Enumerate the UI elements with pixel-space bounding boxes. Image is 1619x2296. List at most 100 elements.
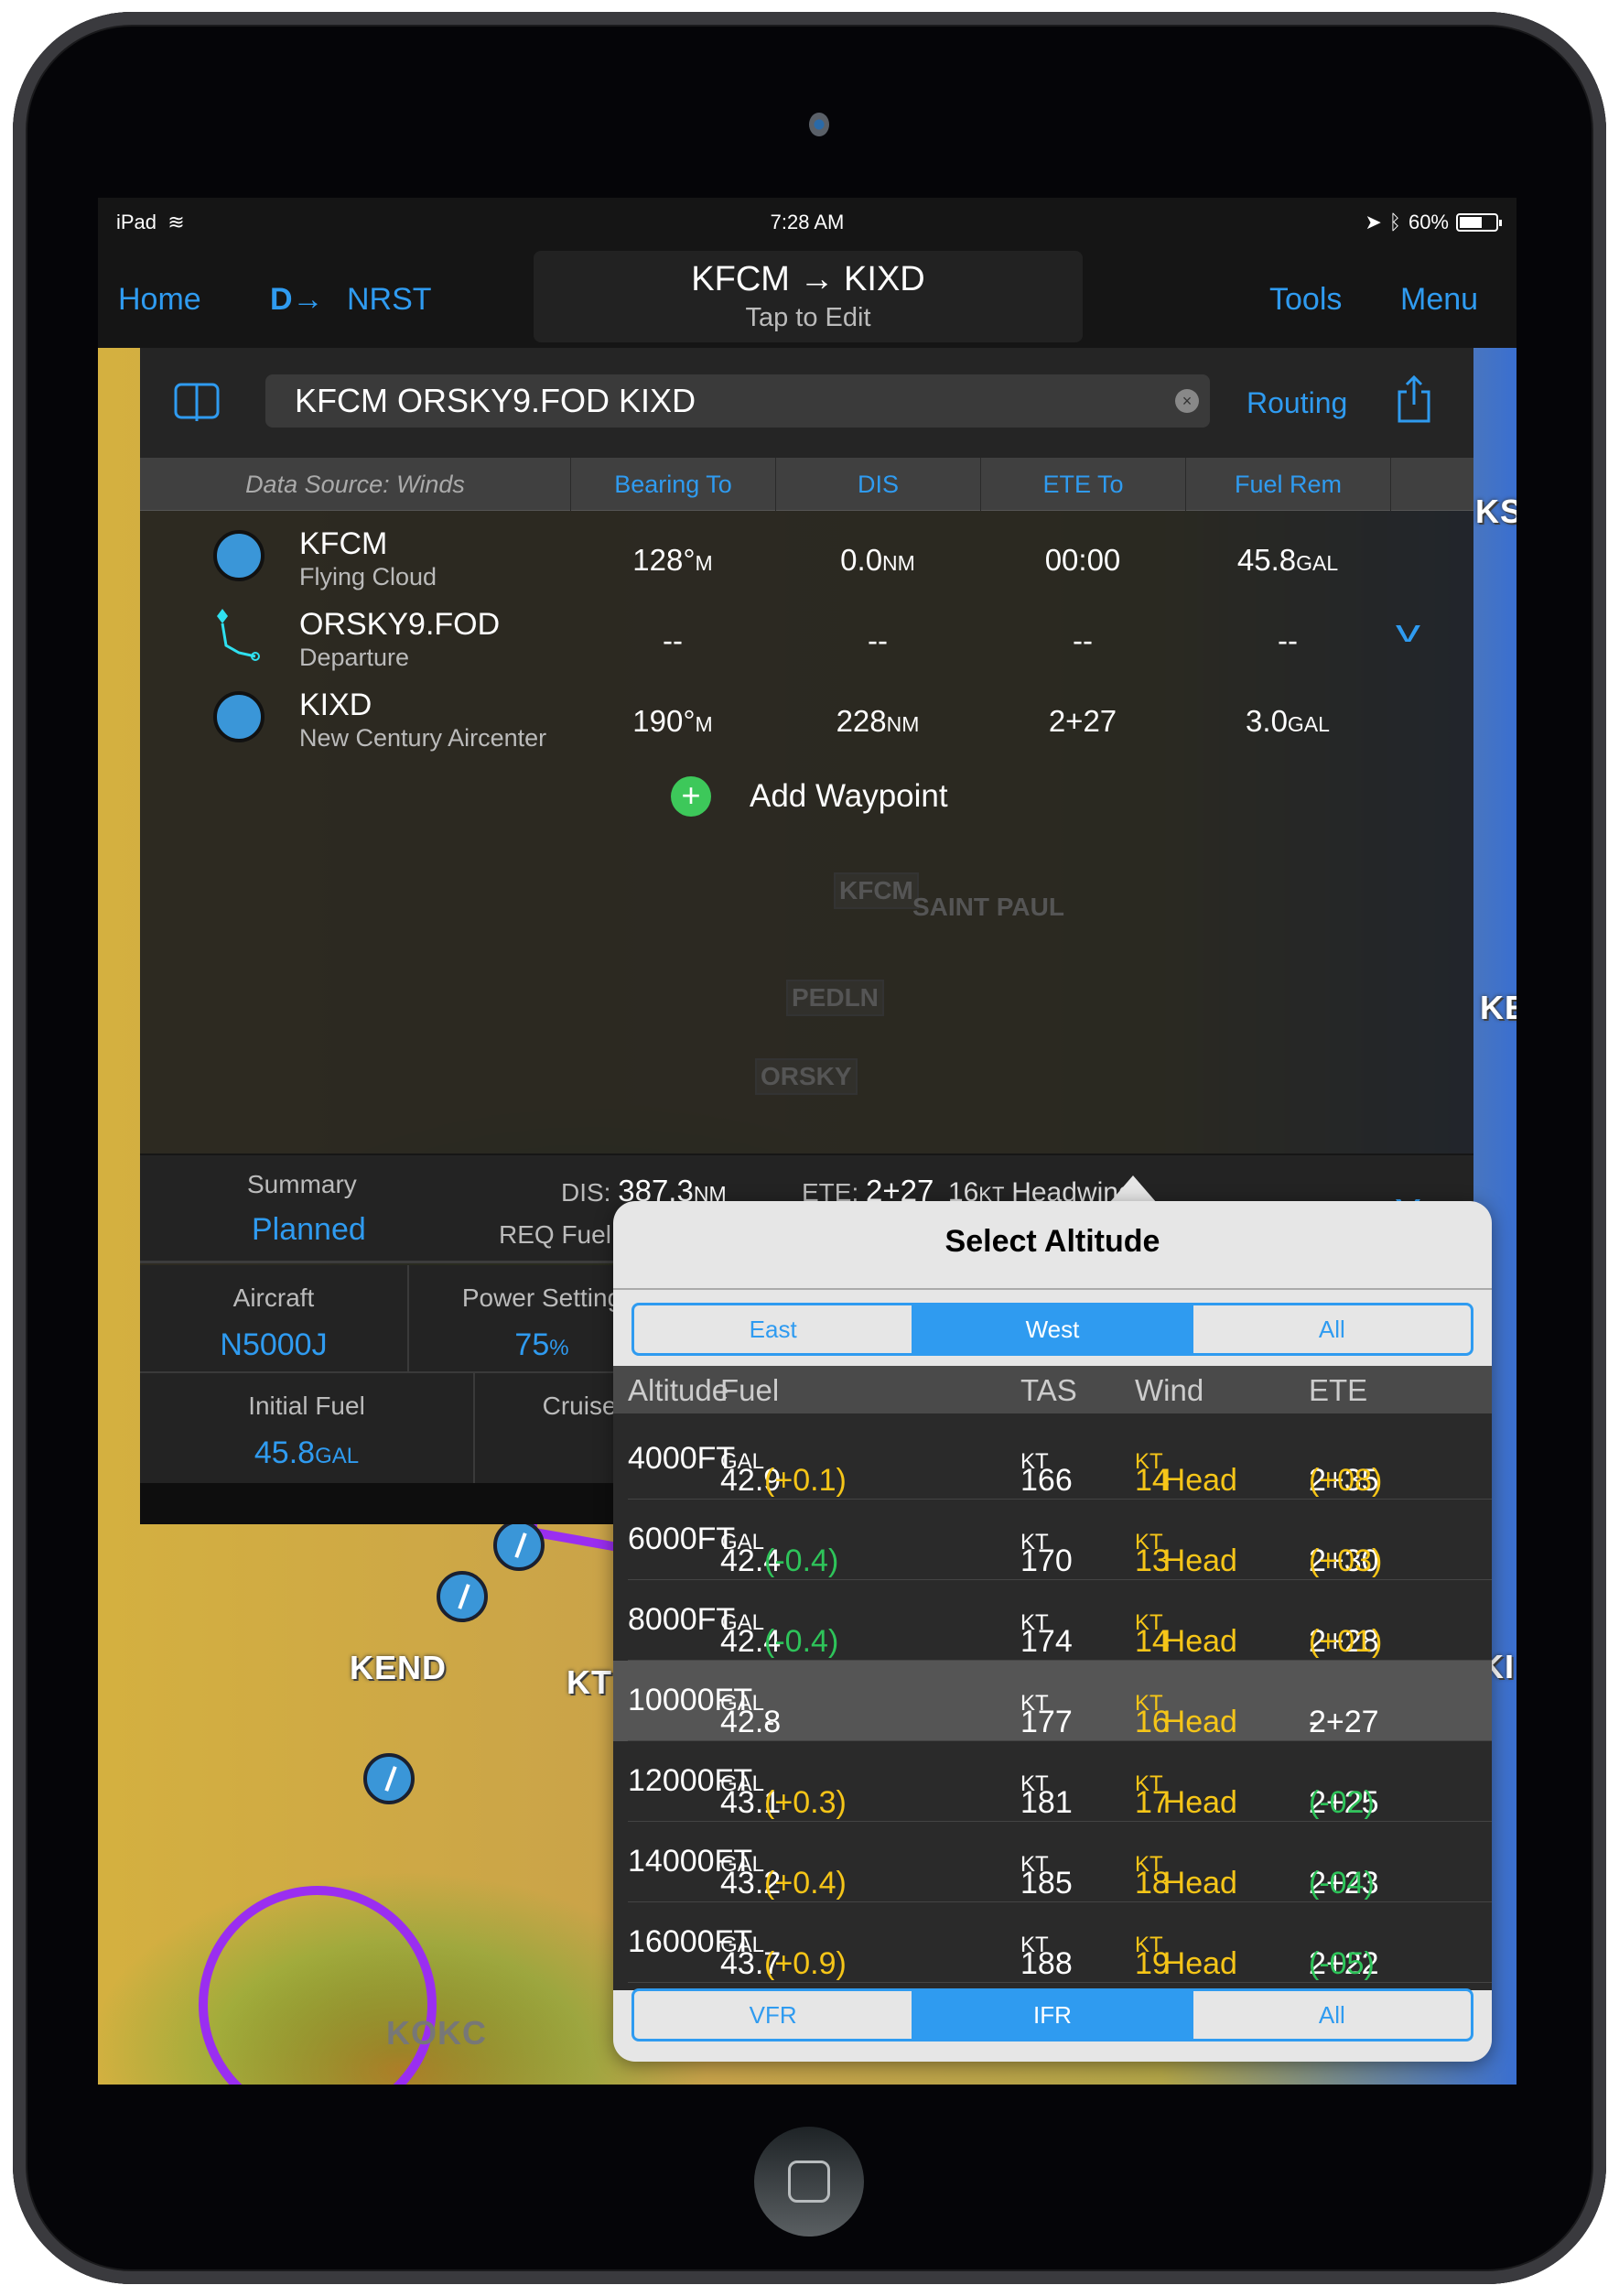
altitude-table-header: Altitude Fuel TAS Wind ETE bbox=[613, 1366, 1492, 1413]
route-bar: KFCM ORSKY9.FOD KIXD × Routing bbox=[140, 348, 1473, 458]
fuel-value: 43.1 GAL (+0.3) bbox=[720, 1771, 847, 1820]
waypoint-row[interactable]: ORSKY9.FOD Departure -- -- -- -- v bbox=[140, 598, 1473, 678]
wind-value: 14 KT Head bbox=[1135, 1449, 1237, 1498]
column-bearing[interactable]: Bearing To bbox=[570, 458, 775, 511]
battery-icon bbox=[1456, 213, 1502, 232]
direct-to-button[interactable]: D→ bbox=[270, 282, 324, 318]
popover-arrow bbox=[1109, 1175, 1157, 1203]
waypoint-dis: 228NM bbox=[836, 704, 920, 738]
map-label-faded: SAINT PAUL bbox=[912, 893, 1064, 921]
screen: iPad ≋ 7:28 AM ➤ ᛒ 60% Home D→ NRST KFCM… bbox=[98, 198, 1516, 2085]
airport-icon[interactable] bbox=[363, 1753, 415, 1804]
tas-value: 185 KT bbox=[1020, 1852, 1073, 1901]
location-icon: ➤ bbox=[1365, 211, 1382, 233]
status-bar: iPad ≋ 7:28 AM ➤ ᛒ 60% bbox=[98, 198, 1516, 247]
direction-segmented-control: East West All bbox=[631, 1303, 1473, 1356]
map-label-ke: KE bbox=[1480, 989, 1516, 1026]
segment-vfr[interactable]: VFR bbox=[634, 1991, 912, 2039]
waypoint-name: New Century Aircenter bbox=[299, 724, 547, 752]
wind-value: 18 KT Head bbox=[1135, 1852, 1237, 1901]
altitude-row[interactable]: 8000FT 42.4 GAL (-0.4) 174 KT 14 KT Head 2+28 (… bbox=[613, 1580, 1492, 1661]
expand-chevron-icon[interactable]: v bbox=[1396, 614, 1420, 650]
segment-all-rules[interactable]: All bbox=[1191, 1991, 1471, 2039]
waypoint-ete: -- bbox=[1073, 623, 1093, 657]
column-ete: ETE bbox=[1309, 1373, 1368, 1407]
home-hardware-button[interactable] bbox=[754, 2127, 864, 2236]
column-wind: Wind bbox=[1135, 1373, 1204, 1407]
flight-plan-panel: KFCM ORSKY9.FOD KIXD × Routing Data Sour… bbox=[140, 348, 1473, 1524]
home-button[interactable]: Home bbox=[118, 282, 201, 318]
popover-title: Select Altitude bbox=[944, 1224, 1160, 1259]
waypoint-bearing: 128°M bbox=[632, 543, 713, 577]
summary-label: Summary bbox=[247, 1170, 357, 1198]
tas-value: 166 KT bbox=[1020, 1449, 1073, 1498]
map-label-faded: PEDLN bbox=[786, 980, 884, 1016]
battery-percent: 60% bbox=[1408, 211, 1449, 233]
airport-icon[interactable] bbox=[493, 1520, 545, 1571]
fuel-value: 42.8 GAL - bbox=[720, 1691, 782, 1739]
altitude-row[interactable]: 10000FT 42.8 GAL -177 KT 16 KT Head 2+27 - bbox=[613, 1661, 1492, 1741]
altitude-row[interactable]: 12000FT 43.1 GAL (+0.3) 181 KT 17 KT Head 2+25 … bbox=[613, 1741, 1492, 1822]
data-source-label: Data Source: Winds bbox=[245, 471, 465, 498]
waypoint-row[interactable]: KFCM Flying Cloud 128°M 0.0NM 00:00 45.8… bbox=[140, 517, 1473, 598]
airport-icon bbox=[213, 530, 264, 581]
waypoint-bearing: 190°M bbox=[632, 704, 713, 738]
route-title: KFCM → KIXD bbox=[691, 260, 925, 298]
map-label-faded: KFCM bbox=[834, 872, 919, 909]
waypoint-ete: 00:00 bbox=[1044, 543, 1121, 577]
waypoint-id: ORSKY9.FOD bbox=[299, 607, 501, 642]
route-input[interactable]: KFCM ORSKY9.FOD KIXD × bbox=[265, 374, 1210, 428]
tas-value: 188 KT bbox=[1020, 1933, 1073, 1981]
segment-west[interactable]: West bbox=[912, 1305, 1192, 1353]
route-title-button[interactable]: KFCM → KIXD Tap to Edit bbox=[534, 251, 1083, 342]
altitude-value: 4000FT bbox=[628, 1441, 736, 1476]
waypoint-id: KFCM bbox=[299, 526, 388, 561]
clear-route-button[interactable]: × bbox=[1175, 389, 1199, 413]
altitude-row[interactable]: 16000FT 43.7 GAL (+0.9) 188 KT 19 KT Head 2+22 … bbox=[613, 1902, 1492, 1983]
summary-mode[interactable]: Planned bbox=[252, 1212, 366, 1248]
waypoint-bearing: -- bbox=[663, 623, 683, 657]
fuel-value: 42.4 GAL (-0.4) bbox=[720, 1530, 839, 1578]
wind-value: 17 KT Head bbox=[1135, 1771, 1237, 1820]
initial-fuel-setting[interactable]: Initial Fuel 45.8GAL bbox=[140, 1373, 473, 1483]
status-time: 7:28 AM bbox=[770, 211, 845, 233]
altitude-row[interactable]: 4000FT 42.9 GAL (+0.1) 166 KT 14 KT Head 2+35 (… bbox=[613, 1419, 1492, 1500]
map-label-ks: KS bbox=[1475, 493, 1516, 530]
airspace-boundary bbox=[199, 1886, 437, 2085]
segment-east[interactable]: East bbox=[634, 1305, 912, 1353]
tas-value: 181 KT bbox=[1020, 1771, 1073, 1820]
nrst-button[interactable]: NRST bbox=[347, 282, 432, 318]
waypoint-id: KIXD bbox=[299, 688, 372, 722]
airport-icon[interactable] bbox=[437, 1571, 488, 1622]
waypoint-fuel: 3.0GAL bbox=[1246, 704, 1330, 738]
aircraft-setting[interactable]: Aircraft N5000J bbox=[140, 1265, 407, 1371]
navlog-header: Data Source: Winds Bearing To DIS ETE To… bbox=[140, 458, 1473, 511]
fuel-value: 43.7 GAL (+0.9) bbox=[720, 1933, 847, 1981]
altitude-row[interactable]: 6000FT 42.4 GAL (-0.4) 170 KT 13 KT Head 2+30 (… bbox=[613, 1500, 1492, 1580]
status-right: ➤ ᛒ 60% bbox=[1365, 211, 1502, 234]
tas-value: 170 KT bbox=[1020, 1530, 1073, 1578]
waypoint-row[interactable]: KIXD New Century Aircenter 190°M 228NM 2… bbox=[140, 678, 1473, 759]
front-camera bbox=[809, 113, 829, 136]
altitude-value: 8000FT bbox=[628, 1602, 736, 1637]
column-dis[interactable]: DIS bbox=[775, 458, 980, 511]
wind-value: 16 KT Head bbox=[1135, 1691, 1237, 1739]
nav-bar: Home D→ NRST KFCM → KIXD Tap to Edit Too… bbox=[98, 247, 1516, 348]
procedures-book-icon[interactable] bbox=[173, 381, 221, 423]
column-altitude: Altitude bbox=[628, 1373, 729, 1407]
segment-ifr[interactable]: IFR bbox=[912, 1991, 1192, 2039]
column-ete[interactable]: ETE To bbox=[980, 458, 1185, 511]
menu-button[interactable]: Menu bbox=[1400, 282, 1478, 318]
route-subtitle: Tap to Edit bbox=[745, 303, 871, 332]
waypoint-dis: 0.0NM bbox=[840, 543, 915, 577]
map-label-kend: KEND bbox=[350, 1649, 448, 1686]
altitude-list: 4000FT 42.9 GAL (+0.1) 166 KT 14 KT Head 2+35 (… bbox=[613, 1413, 1492, 1990]
share-icon[interactable] bbox=[1396, 374, 1432, 425]
routing-button[interactable]: Routing bbox=[1247, 386, 1347, 420]
altitude-row[interactable]: 14000FT 43.2 GAL (+0.4) 185 KT 18 KT Head 2+23 … bbox=[613, 1822, 1492, 1902]
wind-value: 13 KT Head bbox=[1135, 1530, 1237, 1578]
fuel-value: 42.4 GAL (-0.4) bbox=[720, 1610, 839, 1659]
segment-all-directions[interactable]: All bbox=[1191, 1305, 1471, 1353]
column-fuel-rem[interactable]: Fuel Rem bbox=[1185, 458, 1390, 511]
tools-button[interactable]: Tools bbox=[1269, 282, 1342, 318]
